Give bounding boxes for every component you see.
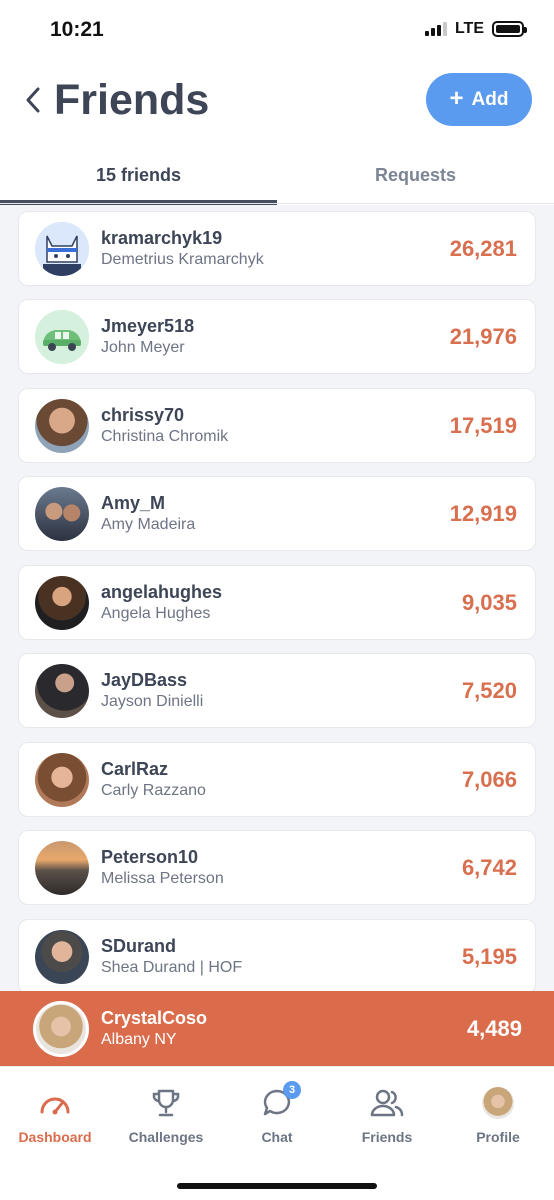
status-bar: 10:21 LTE: [0, 0, 554, 60]
people-icon: [369, 1085, 405, 1121]
friend-username: angelahughes: [101, 581, 223, 602]
friend-username: chrissy70: [101, 404, 185, 425]
page-title: Friends: [54, 76, 210, 124]
status-time: 10:21: [50, 18, 104, 41]
friend-fullname: Melissa Peterson: [101, 869, 224, 887]
friend-username: Jmeyer518: [101, 315, 195, 336]
friend-username: SDurand: [101, 935, 177, 956]
friend-row[interactable]: Amy_M Amy Madeira 12,919: [18, 476, 536, 551]
home-indicator[interactable]: [177, 1183, 377, 1189]
friend-score: 7,520: [461, 677, 517, 703]
friend-fullname: Demetrius Kramarchyk: [101, 250, 264, 268]
friend-username: Amy_M: [101, 492, 166, 513]
photo-avatar: [35, 486, 89, 541]
tab-bar: 15 friends Requests: [0, 145, 554, 205]
current-user-username: CrystalCoso: [101, 1007, 208, 1028]
cat-avatar: [35, 221, 89, 276]
friend-fullname: Shea Durand | HOF: [101, 958, 243, 976]
photo-avatar: [35, 840, 89, 895]
battery-icon: [492, 21, 527, 37]
friend-row[interactable]: CarlRaz Carly Razzano 7,066: [18, 742, 536, 817]
chat-badge: 3: [283, 1081, 301, 1099]
network-label: LTE: [454, 20, 484, 37]
friend-fullname: John Meyer: [101, 338, 185, 356]
add-friend-button[interactable]: + Add: [426, 73, 532, 126]
back-button[interactable]: [18, 82, 48, 118]
signal-icon: [424, 22, 447, 36]
gauge-icon: [37, 1085, 73, 1121]
nav-label: Challenges: [128, 1129, 204, 1145]
friend-username: JayDBass: [101, 669, 188, 690]
tabs-divider: [0, 203, 554, 204]
chat-bubble-icon: 3: [259, 1081, 301, 1121]
friend-fullname: Amy Madeira: [101, 515, 196, 533]
friend-username: Peterson10: [101, 846, 199, 867]
photo-avatar: [35, 575, 89, 630]
nav-label: Friends: [361, 1129, 413, 1145]
friend-username: CarlRaz: [101, 758, 169, 779]
trophy-icon: [148, 1085, 184, 1121]
tab-friends[interactable]: 15 friends: [0, 145, 277, 205]
friend-row[interactable]: kramarchyk19 Demetrius Kramarchyk 26,281: [18, 211, 536, 286]
current-user-row[interactable]: CrystalCoso Albany NY 4,489: [0, 991, 554, 1066]
friend-row[interactable]: chrissy70 Christina Chromik 17,519: [18, 388, 536, 463]
current-user-score: 4,489: [466, 1015, 522, 1041]
nav-profile[interactable]: Profile: [443, 1085, 553, 1145]
chevron-left-icon: [26, 87, 40, 113]
friend-fullname: Angela Hughes: [101, 604, 211, 622]
photo-avatar: [35, 752, 89, 807]
nav-chat[interactable]: 3 Chat: [222, 1081, 332, 1145]
bottom-nav: Dashboard Challenges 3 Chat Friends Prof…: [0, 1066, 554, 1200]
photo-avatar: [35, 398, 89, 453]
nav-friends[interactable]: Friends: [332, 1085, 442, 1145]
friend-score: 7,066: [461, 766, 517, 792]
car-avatar: [35, 309, 89, 364]
friend-fullname: Christina Chromik: [101, 427, 229, 445]
friend-score: 5,195: [461, 943, 517, 969]
friend-row[interactable]: SDurand Shea Durand | HOF 5,195: [18, 919, 536, 991]
friend-row[interactable]: Jmeyer518 John Meyer 21,976: [18, 299, 536, 374]
profile-avatar-icon: [480, 1085, 516, 1121]
friend-fullname: Carly Razzano: [101, 781, 206, 799]
friend-score: 17,519: [449, 412, 517, 438]
add-button-label: Add: [471, 88, 509, 110]
nav-challenges[interactable]: Challenges: [111, 1085, 221, 1145]
current-user-avatar: [33, 1000, 89, 1057]
tab-requests[interactable]: Requests: [277, 145, 554, 205]
friend-score: 12,919: [449, 500, 517, 526]
friend-score: 21,976: [449, 323, 517, 349]
nav-label: Chat: [261, 1129, 293, 1145]
friend-score: 6,742: [461, 854, 517, 880]
friend-username: kramarchyk19: [101, 227, 223, 248]
friend-score: 9,035: [461, 589, 517, 615]
photo-avatar: [35, 663, 89, 718]
photo-avatar: [35, 929, 89, 984]
friend-fullname: Jayson Dinielli: [101, 692, 204, 710]
nav-dashboard[interactable]: Dashboard: [0, 1085, 110, 1145]
friend-row[interactable]: JayDBass Jayson Dinielli 7,520: [18, 653, 536, 728]
nav-label: Profile: [476, 1129, 520, 1145]
plus-icon: +: [449, 84, 464, 112]
friend-score: 26,281: [449, 235, 517, 261]
nav-label: Dashboard: [18, 1129, 92, 1145]
friend-row[interactable]: Peterson10 Melissa Peterson 6,742: [18, 830, 536, 905]
friend-row[interactable]: angelahughes Angela Hughes 9,035: [18, 565, 536, 640]
current-user-location: Albany NY: [101, 1030, 177, 1048]
friends-list[interactable]: kramarchyk19 Demetrius Kramarchyk 26,281…: [0, 205, 554, 991]
status-indicators: LTE: [424, 20, 527, 38]
